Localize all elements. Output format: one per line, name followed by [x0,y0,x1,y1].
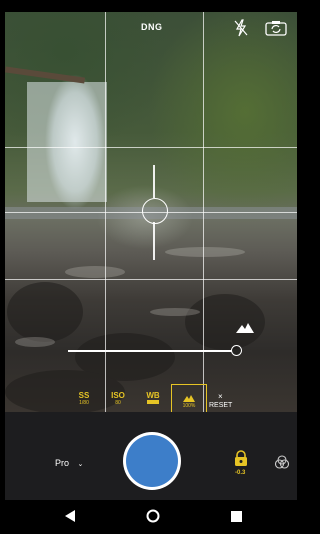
focus-mountain-icon [183,395,195,402]
grid-line-h3 [5,279,297,280]
iso-label: ISO [111,391,125,400]
lock-icon[interactable] [234,450,248,467]
white-balance-control[interactable]: WB [138,392,168,404]
raw-format-badge[interactable]: DNG [141,22,163,32]
exposure-value: -0.3 [235,470,246,476]
reset-close-icon[interactable]: × [218,392,223,401]
exposure-slider-thumb[interactable] [231,345,242,356]
shutter-speed-control[interactable]: SS 1/80 [69,392,99,407]
chevron-down-icon: ⌄ [77,461,84,468]
top-toolbar: DNG [0,18,301,40]
shutter-speed-value: 1/80 [79,400,89,406]
filter-icon[interactable] [275,455,289,469]
mode-label: Pro [55,458,70,468]
iso-control[interactable]: ISO 80 [103,392,133,407]
focus-ring-icon[interactable] [142,198,168,224]
focus-value: 100% [182,403,196,409]
navigation-bar [5,500,297,534]
status-bar [0,0,301,12]
recents-icon[interactable] [231,511,242,522]
wb-auto-icon [147,400,159,404]
mountain-icon [236,323,254,333]
exposure-slider-track[interactable] [68,350,232,352]
iso-value: 80 [115,400,121,406]
back-icon[interactable] [64,510,76,522]
white-balance-label: WB [146,391,160,400]
grid-line-h1 [5,147,297,148]
shutter-button[interactable] [126,435,178,487]
reset-button[interactable]: RESET [209,402,232,409]
focus-guide-top [153,165,155,198]
mode-selector[interactable]: Pro ⌄ [55,458,83,468]
focus-guide-bottom [153,222,155,260]
home-icon[interactable] [146,509,160,523]
shutter-speed-label: SS [78,391,90,400]
flash-off-icon[interactable] [234,19,248,37]
switch-camera-icon[interactable] [265,20,287,36]
